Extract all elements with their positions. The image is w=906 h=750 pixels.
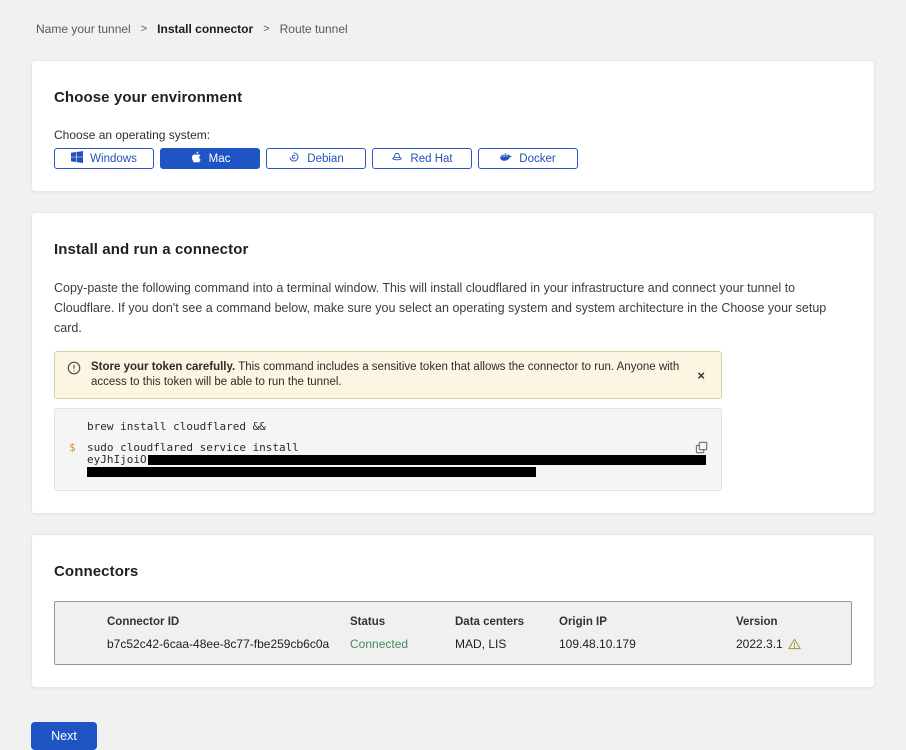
column-header-connector-id: Connector ID	[107, 616, 350, 628]
code-line-token: eyJhIjoiO	[69, 454, 707, 465]
column-header-origin-ip: Origin IP	[559, 616, 736, 628]
close-icon[interactable]: ×	[693, 368, 709, 383]
connector-data-centers-value: MAD, LIS	[455, 637, 559, 651]
connectors-card: Connectors Connector ID Status Data cent…	[31, 534, 875, 688]
connectors-table: Connector ID Status Data centers Origin …	[54, 601, 852, 665]
connector-version-value: 2022.3.1	[736, 637, 851, 651]
docker-logo-icon	[500, 151, 512, 166]
breadcrumb-route-tunnel[interactable]: Route tunnel	[280, 22, 348, 36]
connectors-table-header: Connector ID Status Data centers Origin …	[55, 616, 851, 628]
redacted-token-bar	[87, 467, 536, 477]
next-button[interactable]: Next	[31, 722, 97, 750]
connector-id-value: b7c52c42-6caa-48ee-8c77-fbe259cb6c0a	[107, 637, 350, 651]
choose-environment-card: Choose your environment Choose an operat…	[31, 60, 875, 192]
code-text-brew: brew install cloudflared &&	[87, 420, 266, 433]
os-button-label: Red Hat	[410, 153, 452, 165]
windows-logo-icon	[71, 151, 83, 166]
os-button-label: Docker	[519, 153, 555, 165]
card-title-connectors: Connectors	[54, 563, 852, 580]
os-select-label: Choose an operating system:	[54, 128, 852, 142]
os-button-docker[interactable]: Docker	[478, 148, 578, 169]
os-button-windows[interactable]: Windows	[54, 148, 154, 169]
code-line-brew: brew install cloudflared &&	[69, 421, 707, 432]
code-line-token-2	[69, 466, 707, 477]
breadcrumb-name-your-tunnel[interactable]: Name your tunnel	[36, 22, 131, 36]
os-button-label: Debian	[307, 153, 343, 165]
install-command-codeblock: brew install cloudflared && $ sudo cloud…	[54, 408, 722, 491]
connector-table-row: b7c52c42-6caa-48ee-8c77-fbe259cb6c0a Con…	[55, 637, 851, 651]
copy-icon[interactable]	[695, 441, 708, 457]
info-circle-icon	[67, 361, 81, 380]
column-header-data-centers: Data centers	[455, 616, 559, 628]
breadcrumb-separator: >	[141, 23, 147, 35]
redacted-token-bar	[148, 455, 706, 465]
code-line-sudo: $ sudo cloudflared service install	[69, 442, 707, 453]
token-warning-title: Store your token carefully.	[91, 361, 235, 373]
redhat-logo-icon	[391, 151, 403, 166]
code-text-token-prefix: eyJhIjoiO	[87, 453, 147, 466]
column-header-version: Version	[736, 616, 851, 628]
column-header-status: Status	[350, 616, 455, 628]
breadcrumb-install-connector[interactable]: Install connector	[157, 22, 253, 36]
card-title-environment: Choose your environment	[54, 89, 852, 106]
os-button-redhat[interactable]: Red Hat	[372, 148, 472, 169]
page: Name your tunnel > Install connector > R…	[0, 0, 906, 750]
breadcrumb: Name your tunnel > Install connector > R…	[31, 0, 875, 36]
card-title-install-connector: Install and run a connector	[54, 241, 852, 258]
install-connector-card: Install and run a connector Copy-paste t…	[31, 212, 875, 514]
version-number: 2022.3.1	[736, 637, 783, 651]
os-button-label: Mac	[209, 153, 231, 165]
breadcrumb-separator: >	[263, 23, 269, 35]
os-button-label: Windows	[90, 153, 137, 165]
install-description: Copy-paste the following command into a …	[54, 278, 852, 338]
token-warning-text: Store your token carefully. This command…	[91, 360, 683, 390]
warning-triangle-icon	[788, 638, 801, 650]
debian-logo-icon	[288, 151, 300, 166]
os-button-mac[interactable]: Mac	[160, 148, 260, 169]
os-button-debian[interactable]: Debian	[266, 148, 366, 169]
connector-status-badge: Connected	[350, 637, 455, 651]
os-button-group: Windows Mac Debian Red Hat	[54, 148, 852, 169]
connector-origin-ip-value: 109.48.10.179	[559, 637, 736, 651]
token-warning-banner: Store your token carefully. This command…	[54, 351, 722, 399]
apple-logo-icon	[190, 151, 202, 166]
shell-prompt: $	[69, 441, 87, 454]
